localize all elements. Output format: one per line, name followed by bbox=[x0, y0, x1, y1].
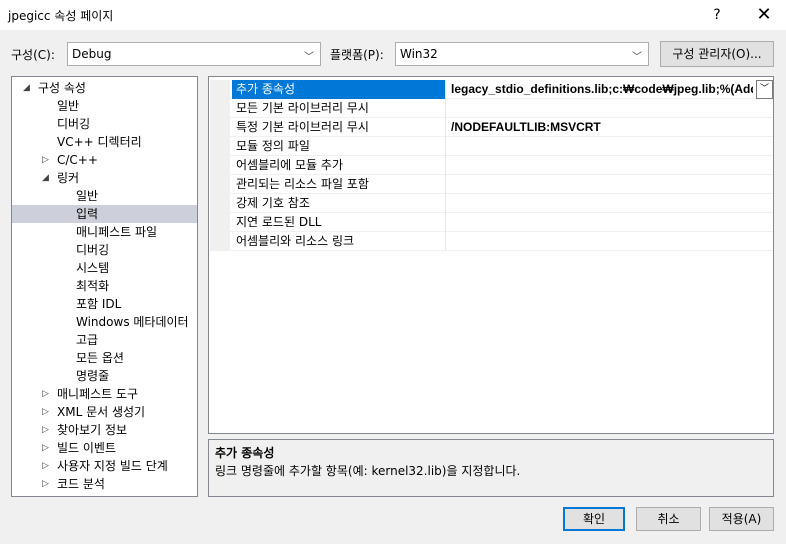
chevron-down-icon: ﹀ bbox=[632, 52, 642, 63]
property-name: 특정 기본 라이브러리 무시 bbox=[232, 118, 446, 137]
tree-item-label: 코드 분석 bbox=[57, 477, 105, 491]
title-bar: jpegicc 속성 페이지 ? ✕ bbox=[0, 0, 786, 30]
property-row[interactable]: 모든 기본 라이브러리 무시 bbox=[210, 99, 773, 118]
close-button[interactable]: ✕ bbox=[744, 0, 784, 30]
platform-label: 플랫폼(P): bbox=[330, 48, 384, 62]
property-row[interactable]: 특정 기본 라이브러리 무시 /NODEFAULTLIB:MSVCRT bbox=[210, 118, 773, 137]
tree-item-all-options[interactable]: 모든 옵션 bbox=[76, 349, 124, 367]
tree-item-linker-general[interactable]: 일반 bbox=[76, 187, 98, 205]
tree-item-windows-metadata[interactable]: Windows 메타데이터 bbox=[76, 313, 189, 331]
property-value[interactable] bbox=[447, 232, 773, 251]
tree-item-label: C/C++ bbox=[57, 153, 98, 167]
tree-item-command-line[interactable]: 명령줄 bbox=[76, 367, 109, 385]
chevron-down-icon[interactable]: ﹀ bbox=[756, 80, 773, 99]
property-name: 모든 기본 라이브러리 무시 bbox=[232, 99, 446, 118]
property-row[interactable]: 강제 기호 참조 bbox=[210, 194, 773, 213]
property-value[interactable] bbox=[447, 213, 773, 232]
expand-icon[interactable]: ▷ bbox=[42, 385, 49, 403]
tree-item-label: 링커 bbox=[57, 171, 80, 185]
config-manager-button[interactable]: 구성 관리자(O)... bbox=[660, 41, 774, 67]
description-text: 링크 명령줄에 추가할 항목(예: kernel32.lib)을 지정합니다. bbox=[215, 464, 521, 478]
property-value[interactable]: /NODEFAULTLIB:MSVCRT bbox=[447, 118, 773, 137]
expand-icon[interactable]: ▷ bbox=[42, 421, 49, 439]
tree-item-debugging[interactable]: 디버깅 bbox=[57, 115, 90, 133]
property-name: 어셈블리에 모듈 추가 bbox=[232, 156, 446, 175]
tree-item-label: XML 문서 생성기 bbox=[57, 405, 146, 419]
property-name: 어셈블리와 리소스 링크 bbox=[232, 232, 446, 251]
property-row[interactable]: 지연 로드된 DLL bbox=[210, 213, 773, 232]
description-pane: 추가 종속성 링크 명령줄에 추가할 항목(예: kernel32.lib)을 … bbox=[208, 439, 774, 497]
property-value[interactable] bbox=[447, 194, 773, 213]
chevron-down-icon: ﹀ bbox=[304, 52, 314, 63]
property-name: 지연 로드된 DLL bbox=[232, 213, 446, 232]
property-row[interactable]: 추가 종속성 legacy_stdio_definitions.lib;c:₩c… bbox=[210, 80, 773, 99]
tree-item-general[interactable]: 일반 bbox=[57, 97, 79, 115]
tree-item-linker-debugging[interactable]: 디버깅 bbox=[76, 241, 109, 259]
tree-item-browse-info[interactable]: ▷ 찾아보기 정보 bbox=[12, 421, 197, 439]
property-value[interactable]: legacy_stdio_definitions.lib;c:₩code₩jpe… bbox=[447, 80, 753, 99]
help-button[interactable]: ? bbox=[697, 0, 737, 30]
tree-item-code-analysis[interactable]: ▷ 코드 분석 bbox=[12, 475, 197, 493]
description-title: 추가 종속성 bbox=[215, 446, 275, 460]
tree-item-xml-doc-generator[interactable]: ▷ XML 문서 생성기 bbox=[12, 403, 197, 421]
property-value[interactable] bbox=[447, 137, 773, 156]
tree-item-optimization[interactable]: 최적화 bbox=[76, 277, 109, 295]
property-row[interactable]: 모듈 정의 파일 bbox=[210, 137, 773, 156]
tree-item-label: 빌드 이벤트 bbox=[57, 441, 117, 455]
tree-item-system[interactable]: 시스템 bbox=[76, 259, 109, 277]
config-value: Debug bbox=[72, 47, 112, 61]
tree-item-label: 구성 속성 bbox=[38, 81, 86, 95]
tree-item-build-events[interactable]: ▷ 빌드 이벤트 bbox=[12, 439, 197, 457]
window-title: jpegicc 속성 페이지 bbox=[8, 9, 114, 23]
property-value[interactable] bbox=[447, 99, 773, 118]
tree-item-manifest-tool[interactable]: ▷ 매니페스트 도구 bbox=[12, 385, 197, 403]
expand-icon[interactable]: ▷ bbox=[42, 439, 49, 457]
platform-value: Win32 bbox=[400, 47, 438, 61]
apply-button[interactable]: 적용(A) bbox=[709, 507, 774, 531]
ok-button[interactable]: 확인 bbox=[563, 507, 625, 531]
expand-icon[interactable]: ▷ bbox=[42, 403, 49, 421]
tree-item-cpp[interactable]: ▷ C/C++ bbox=[12, 151, 197, 169]
expand-icon[interactable]: ▷ bbox=[42, 475, 49, 493]
property-row[interactable]: 어셈블리에 모듈 추가 bbox=[210, 156, 773, 175]
config-combo[interactable]: Debug ﹀ bbox=[67, 42, 321, 66]
property-name: 관리되는 리소스 파일 포함 bbox=[232, 175, 446, 194]
property-row[interactable]: 관리되는 리소스 파일 포함 bbox=[210, 175, 773, 194]
property-tree[interactable]: ◢ 구성 속성 일반 디버깅 VC++ 디렉터리 ▷ C/C++ ◢ 링커 일반… bbox=[11, 76, 198, 497]
property-name: 강제 기호 참조 bbox=[232, 194, 446, 213]
expand-icon[interactable]: ▷ bbox=[42, 151, 49, 169]
tree-item-linker[interactable]: ◢ 링커 bbox=[12, 169, 197, 187]
tree-item-advanced[interactable]: 고급 bbox=[76, 331, 98, 349]
tree-item-linker-input[interactable]: 입력 bbox=[12, 205, 197, 223]
tree-item-manifest-file[interactable]: 매니페스트 파일 bbox=[76, 223, 157, 241]
tree-item-config-props[interactable]: ◢ 구성 속성 bbox=[12, 79, 197, 97]
property-value[interactable] bbox=[447, 175, 773, 194]
property-name: 추가 종속성 bbox=[232, 80, 446, 99]
expand-icon[interactable]: ▷ bbox=[42, 457, 49, 475]
config-label: 구성(C): bbox=[11, 48, 55, 62]
tree-item-custom-build-step[interactable]: ▷ 사용자 지정 빌드 단계 bbox=[12, 457, 197, 475]
property-grid[interactable]: 추가 종속성 legacy_stdio_definitions.lib;c:₩c… bbox=[208, 76, 774, 434]
collapse-icon[interactable]: ◢ bbox=[42, 169, 49, 187]
property-value[interactable] bbox=[447, 156, 773, 175]
tree-item-vc-directories[interactable]: VC++ 디렉터리 bbox=[57, 133, 142, 151]
property-name: 모듈 정의 파일 bbox=[232, 137, 446, 156]
property-row[interactable]: 어셈블리와 리소스 링크 bbox=[210, 232, 773, 251]
cancel-button[interactable]: 취소 bbox=[636, 507, 701, 531]
collapse-icon[interactable]: ◢ bbox=[23, 79, 30, 97]
tree-item-label: 사용자 지정 빌드 단계 bbox=[57, 459, 168, 473]
tree-item-label: 찾아보기 정보 bbox=[57, 423, 128, 437]
tree-item-label: 매니페스트 도구 bbox=[57, 387, 139, 401]
tree-item-embedded-idl[interactable]: 포함 IDL bbox=[76, 295, 121, 313]
platform-combo[interactable]: Win32 ﹀ bbox=[395, 42, 649, 66]
